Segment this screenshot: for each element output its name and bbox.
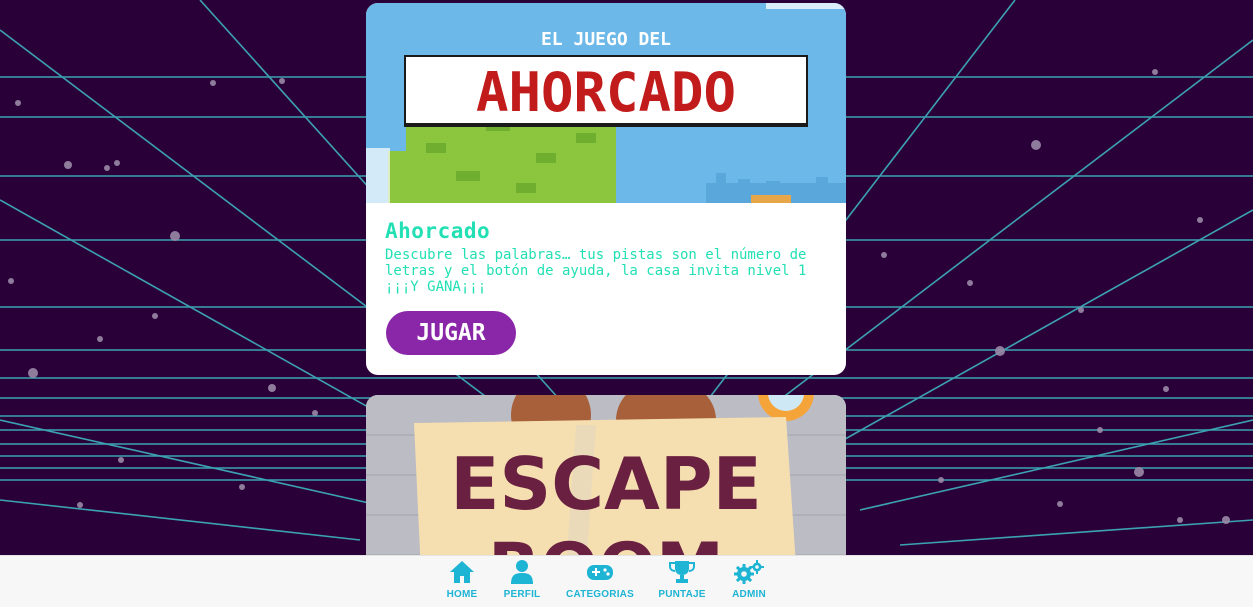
nav-label: CATEGORIAS: [566, 589, 634, 600]
bottom-navigation: HOME PERFIL CATEGORIAS PUNTAJE ADMIN: [0, 555, 1253, 607]
nav-categorias[interactable]: CATEGORIAS: [562, 560, 638, 606]
nav-label: HOME: [446, 589, 478, 600]
banner-small-text: EL JUEGO DEL: [541, 29, 671, 50]
nav-label: ADMIN: [732, 589, 766, 600]
nav-admin[interactable]: ADMIN: [728, 560, 770, 606]
nav-home[interactable]: HOME: [442, 560, 482, 606]
home-icon: [450, 561, 474, 583]
banner-big-text: AHORCADO: [476, 61, 736, 124]
gears-icon: [734, 560, 764, 584]
game-description: Descubre las palabras… tus pistas son el…: [385, 247, 807, 295]
escape-banner-text: ESCAPE: [450, 442, 762, 526]
user-icon: [511, 560, 533, 584]
nav-perfil[interactable]: PERFIL: [500, 560, 544, 606]
nav-label: PERFIL: [503, 589, 541, 600]
gamepad-icon: [587, 565, 613, 580]
trophy-icon: [669, 561, 695, 583]
ahorcado-banner-image: EL JUEGO DEL AHORCADO: [366, 3, 846, 203]
game-card-ahorcado: EL JUEGO DEL AHORCADO Ahorcado Descubre …: [366, 3, 846, 375]
nav-puntaje[interactable]: PUNTAJE: [655, 560, 709, 606]
game-title: Ahorcado: [385, 219, 491, 243]
nav-label: PUNTAJE: [658, 589, 706, 600]
play-button[interactable]: JUGAR: [386, 311, 516, 355]
